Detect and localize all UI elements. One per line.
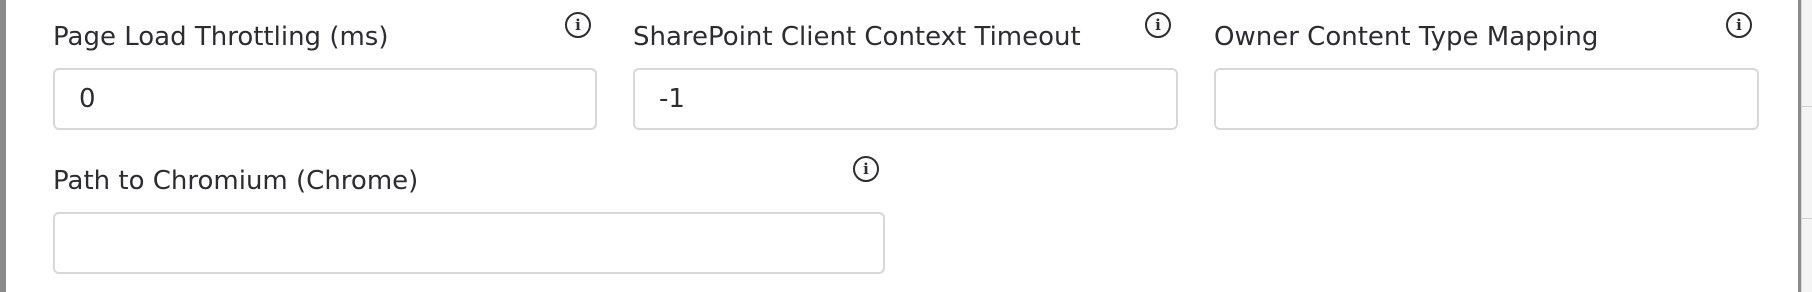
background-divider (1802, 218, 1812, 219)
sharepoint-client-context-timeout-label: SharePoint Client Context Timeout (633, 22, 1081, 52)
info-circle-icon[interactable]: i (853, 156, 879, 182)
background-divider (1802, 106, 1812, 107)
owner-content-type-mapping-label: Owner Content Type Mapping (1214, 22, 1599, 52)
info-circle-icon[interactable]: i (1145, 12, 1171, 38)
path-to-chromium-input[interactable] (53, 212, 885, 274)
sharepoint-client-context-timeout-input[interactable] (633, 68, 1178, 130)
page-load-throttling-input[interactable] (53, 68, 597, 130)
info-circle-icon[interactable]: i (1726, 12, 1752, 38)
settings-panel: Page Load Throttling (ms) i SharePoint C… (6, 0, 1798, 292)
info-circle-icon[interactable]: i (565, 12, 591, 38)
background-page-edge (1801, 0, 1812, 292)
owner-content-type-mapping-input[interactable] (1214, 68, 1759, 130)
path-to-chromium-label: Path to Chromium (Chrome) (53, 166, 419, 196)
page-load-throttling-label: Page Load Throttling (ms) (53, 22, 389, 52)
